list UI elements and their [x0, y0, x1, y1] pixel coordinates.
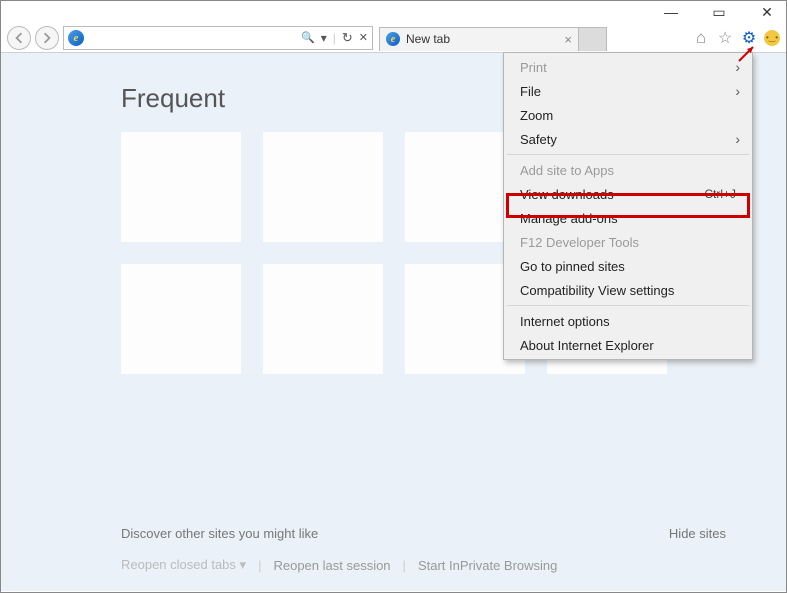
new-tab-footer: Discover other sites you might like Hide… [121, 526, 726, 573]
chevron-down-icon: ▾ [240, 557, 247, 572]
separator: | [403, 558, 406, 573]
tab-strip: e New tab × [379, 25, 607, 51]
new-tab-button[interactable] [579, 27, 607, 51]
tab-ie-icon: e [386, 32, 400, 46]
tools-gear-icon[interactable]: ⚙ [740, 29, 758, 47]
menu-compat-view[interactable]: Compatibility View settings [506, 278, 750, 302]
frequent-tile[interactable] [263, 132, 383, 242]
discover-sites-link[interactable]: Discover other sites you might like [121, 526, 318, 541]
start-inprivate-link[interactable]: Start InPrivate Browsing [418, 558, 557, 573]
stop-icon[interactable]: ✕ [359, 31, 368, 44]
menu-f12-tools: F12 Developer Tools [506, 230, 750, 254]
menu-pinned-sites[interactable]: Go to pinned sites [506, 254, 750, 278]
tools-menu: Print File Zoom Safety Add site to Apps … [503, 52, 753, 360]
separator: | [258, 558, 261, 573]
frequent-heading: Frequent [121, 83, 225, 114]
address-bar-icons: 🔍 ▾ | ↻ ✕ [301, 30, 368, 46]
menu-separator [507, 305, 749, 306]
shortcut-label: Ctrl+J [704, 187, 736, 201]
tab-title: New tab [406, 32, 450, 46]
back-icon [13, 32, 25, 44]
back-button[interactable] [7, 26, 31, 50]
menu-manage-addons[interactable]: Manage add-ons [506, 206, 750, 230]
hide-sites-link[interactable]: Hide sites [669, 526, 726, 541]
menu-separator [507, 154, 749, 155]
home-icon[interactable]: ⌂ [692, 29, 710, 47]
menu-view-downloads[interactable]: View downloads Ctrl+J [506, 182, 750, 206]
frequent-tile[interactable] [121, 264, 241, 374]
menu-internet-options[interactable]: Internet options [506, 309, 750, 333]
feedback-smiley-icon[interactable]: •‿• [764, 30, 780, 46]
tab-newtab[interactable]: e New tab × [379, 27, 579, 51]
frequent-tile[interactable] [121, 132, 241, 242]
forward-icon [41, 32, 53, 44]
menu-print[interactable]: Print [506, 55, 750, 79]
browser-toolbar: e 🔍 ▾ | ↻ ✕ e New tab × ⌂ ☆ ⚙ •‿• [1, 23, 786, 53]
reopen-last-session-link[interactable]: Reopen last session [273, 558, 390, 573]
toolbar-right-icons: ⌂ ☆ ⚙ •‿• [692, 29, 780, 47]
menu-file[interactable]: File [506, 79, 750, 103]
reopen-closed-tabs-link[interactable]: Reopen closed tabs ▾ [121, 557, 246, 573]
favorites-icon[interactable]: ☆ [716, 29, 734, 47]
ie-logo-icon: e [68, 30, 84, 46]
address-bar[interactable]: e 🔍 ▾ | ↻ ✕ [63, 26, 373, 50]
menu-safety[interactable]: Safety [506, 127, 750, 151]
menu-zoom[interactable]: Zoom [506, 103, 750, 127]
menu-about-ie[interactable]: About Internet Explorer [506, 333, 750, 357]
refresh-icon[interactable]: ↻ [342, 30, 353, 46]
maximize-button[interactable]: ▭ [704, 4, 734, 21]
close-window-button[interactable]: ✕ [752, 4, 782, 21]
tab-close-button[interactable]: × [564, 32, 572, 47]
search-icon[interactable]: 🔍 [301, 31, 315, 44]
minimize-button[interactable]: — [656, 4, 686, 20]
dropdown-icon[interactable]: ▾ [321, 31, 327, 45]
window-titlebar: — ▭ ✕ [1, 1, 786, 23]
menu-add-site-to-apps: Add site to Apps [506, 158, 750, 182]
frequent-tile[interactable] [263, 264, 383, 374]
forward-button[interactable] [35, 26, 59, 50]
